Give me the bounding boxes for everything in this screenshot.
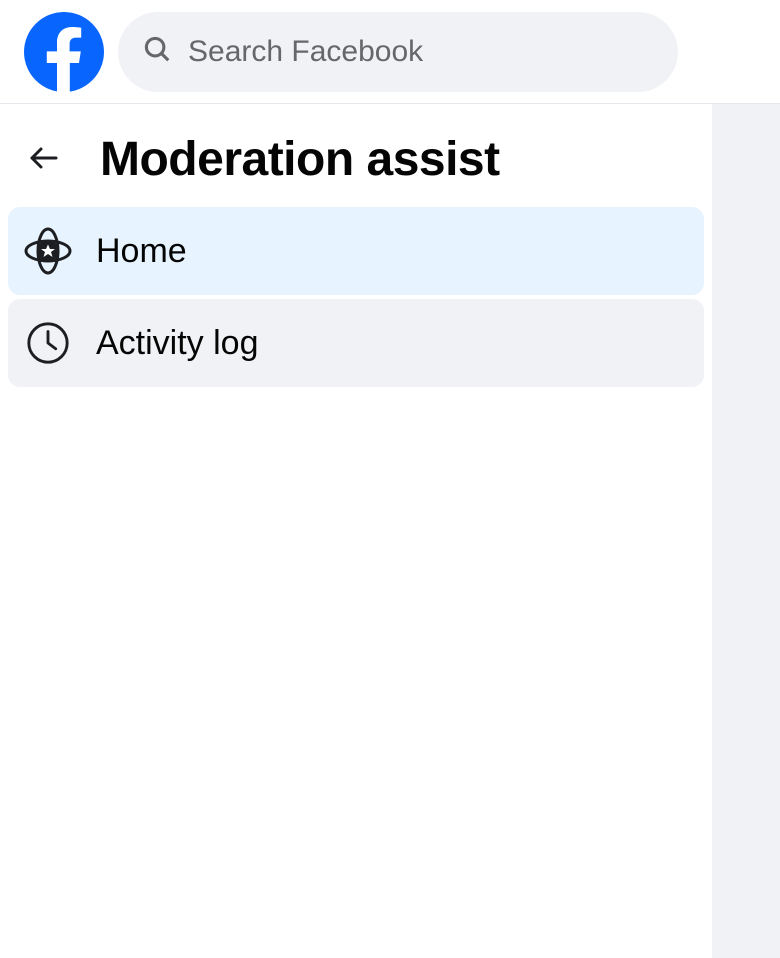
nav-item-label: Activity log <box>96 324 259 363</box>
top-header <box>0 0 780 104</box>
page-title: Moderation assist <box>100 132 500 187</box>
sidebar-panel: Moderation assist Home Activi <box>0 104 712 958</box>
search-input[interactable] <box>188 35 654 69</box>
search-bar[interactable] <box>118 12 678 92</box>
clock-icon <box>24 319 72 367</box>
nav-item-home[interactable]: Home <box>8 207 704 295</box>
arrow-left-icon <box>26 140 62 179</box>
back-button[interactable] <box>24 140 64 180</box>
atom-badge-icon <box>24 227 72 275</box>
page-header: Moderation assist <box>0 104 712 207</box>
nav-item-label: Home <box>96 232 187 271</box>
nav-item-activity-log[interactable]: Activity log <box>8 299 704 387</box>
facebook-logo[interactable] <box>24 12 104 92</box>
search-icon <box>142 34 172 69</box>
nav-list: Home Activity log <box>0 207 712 387</box>
